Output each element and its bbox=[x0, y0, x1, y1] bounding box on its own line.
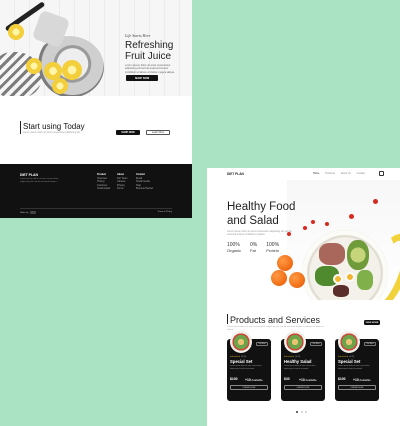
greens-image bbox=[357, 270, 373, 290]
cherry-tomato-image bbox=[311, 220, 315, 224]
lemon-slice-image bbox=[62, 60, 82, 80]
lemon-slice-image bbox=[26, 58, 42, 74]
product-card[interactable]: Get Now ★★★★★(4.5) Special Set Lorem ips… bbox=[227, 331, 271, 401]
product-badge: Get Now bbox=[310, 342, 322, 346]
product-description: Lorem ipsum dolor sit amet consectetur a… bbox=[284, 365, 316, 370]
product-availability: +10 Available bbox=[245, 377, 263, 382]
nav-link-contact[interactable]: Contact bbox=[357, 172, 365, 175]
cta-section: Start using Today Lorem ipsum dolor sit … bbox=[0, 96, 192, 164]
accent-bar bbox=[227, 314, 228, 324]
footer-copyright: Made by bbox=[20, 211, 37, 214]
product-price: $100 bbox=[338, 377, 346, 381]
order-now-button[interactable]: ORDER NOW bbox=[230, 385, 268, 390]
footer-link[interactable]: Terms bbox=[117, 187, 127, 191]
products-heading: Products and Services bbox=[230, 315, 321, 325]
cherry-tomato-image bbox=[287, 232, 291, 236]
beans-image bbox=[333, 285, 349, 297]
salad-bowl-image bbox=[338, 331, 360, 353]
footer-link[interactable]: Become Partner bbox=[136, 187, 153, 191]
accent-bar bbox=[20, 121, 21, 134]
hero-description: Lorem ipsum dolor sit amet consectetur a… bbox=[125, 64, 175, 74]
hero-title: Healthy Food and Salad bbox=[227, 201, 296, 227]
cta-learn-more-button[interactable]: Learn More bbox=[146, 130, 170, 135]
stat-fat: 0% Fat bbox=[250, 242, 258, 253]
cherry-tomato-image bbox=[373, 199, 378, 204]
hero-title: Refreshing Fruit Juice bbox=[125, 40, 174, 62]
juice-landing-page: Life Starts Here Refreshing Fruit Juice … bbox=[0, 0, 192, 218]
cherry-tomato-image bbox=[349, 214, 354, 219]
hero-stats: 100% Organic 0% Fat 100% Protein bbox=[227, 242, 279, 253]
footer-column-contact: Contact Email Social media Help Become P… bbox=[136, 173, 154, 191]
footer-divider bbox=[20, 208, 172, 209]
footer-terms-link[interactable]: Terms & Policy bbox=[158, 211, 172, 213]
product-availability: +10 Available bbox=[299, 377, 317, 382]
salad-hero: Healthy Food and Salad Lorem ipsum dolor… bbox=[207, 180, 400, 316]
juice-hero: Life Starts Here Refreshing Fruit Juice … bbox=[0, 0, 192, 96]
product-availability: +10 Available bbox=[353, 377, 371, 382]
footer-column-product: Product Overview Pricing Customer Testim… bbox=[97, 173, 111, 191]
salad-bowl-image bbox=[230, 331, 252, 353]
cart-icon[interactable] bbox=[379, 171, 384, 176]
shop-now-button[interactable]: SHOP NOW bbox=[126, 75, 158, 81]
order-now-button[interactable]: ORDER NOW bbox=[284, 385, 322, 390]
orange-image bbox=[289, 272, 305, 288]
salad-landing-page: DIET PLAN Home Products About Us Contact… bbox=[207, 168, 400, 426]
product-name: Healthy Salad bbox=[284, 359, 312, 364]
cta-shop-button[interactable]: SHOP NOW bbox=[116, 130, 140, 135]
maker-logo-icon bbox=[30, 211, 36, 214]
footer-brand: DIET PLAN bbox=[20, 173, 38, 177]
nav-link-home[interactable]: Home bbox=[313, 172, 319, 175]
nav-links: Home Products About Us Contact bbox=[313, 172, 365, 175]
hero-subtitle: Life Starts Here bbox=[125, 33, 151, 38]
cta-subtext: Lorem ipsum dolor sit amet consectetur a… bbox=[23, 131, 81, 134]
product-name: Special Set bbox=[230, 359, 253, 364]
cta-heading: Start using Today bbox=[23, 122, 85, 131]
product-badge: Get Now bbox=[256, 342, 268, 346]
carousel-dot[interactable] bbox=[300, 411, 303, 413]
nav-link-about[interactable]: About Us bbox=[341, 172, 351, 175]
product-description: Lorem ipsum dolor sit amet consectetur a… bbox=[338, 365, 370, 370]
products-section: Products and Services Lorem ipsum dolor … bbox=[207, 300, 400, 426]
carousel-dot[interactable] bbox=[296, 411, 298, 413]
nav-logo[interactable]: DIET PLAN bbox=[227, 172, 244, 176]
product-description: Lorem ipsum dolor sit amet consectetur a… bbox=[230, 365, 262, 370]
product-name: Special Set bbox=[338, 359, 361, 364]
egg-image bbox=[345, 272, 355, 282]
cherry-tomato-image bbox=[325, 222, 329, 226]
stat-protein: 100% Protein bbox=[266, 242, 280, 253]
nav-link-products[interactable]: Products bbox=[325, 172, 334, 175]
footer: DIET PLAN Lorem ipsum dolor sit amet con… bbox=[0, 164, 192, 218]
avocado-image bbox=[347, 240, 369, 270]
orange-image bbox=[271, 270, 287, 286]
rating-stars: ★★★★★(4.5) bbox=[338, 356, 355, 358]
egg-image bbox=[333, 274, 343, 284]
orange-image bbox=[277, 255, 293, 271]
product-badge: Get Now bbox=[364, 342, 376, 346]
product-price: $100 bbox=[230, 377, 238, 381]
rating-stars: ★★★★★(4.5) bbox=[230, 356, 247, 358]
footer-column-about: About Our Team Careers Privacy Terms bbox=[117, 173, 128, 191]
lemon-slice-image bbox=[8, 24, 24, 40]
carousel-dot[interactable] bbox=[305, 411, 307, 413]
stat-organic: 100% Organic bbox=[227, 242, 242, 253]
product-price: $30 bbox=[284, 377, 290, 381]
carousel-dots bbox=[296, 411, 307, 413]
product-card[interactable]: Get Now ★★★★★(4.5) Special Set Lorem ips… bbox=[335, 331, 379, 401]
salad-bowl-image bbox=[284, 331, 306, 353]
footer-link[interactable]: Testimonials bbox=[97, 187, 110, 191]
rating-stars: ★★★★★(4.5) bbox=[284, 356, 301, 358]
navbar: DIET PLAN Home Products About Us Contact bbox=[207, 168, 400, 180]
meat-image bbox=[319, 243, 345, 265]
view-more-button[interactable]: VIEW MORE bbox=[364, 320, 380, 325]
order-now-button[interactable]: ORDER NOW bbox=[338, 385, 376, 390]
cherry-tomato-image bbox=[303, 226, 307, 230]
product-card[interactable]: Get Now ★★★★★(4.5) Healthy Salad Lorem i… bbox=[281, 331, 325, 401]
lemon-slice-image bbox=[52, 78, 68, 94]
footer-tagline: Lorem ipsum dolor sit amet consectetur a… bbox=[20, 178, 59, 183]
